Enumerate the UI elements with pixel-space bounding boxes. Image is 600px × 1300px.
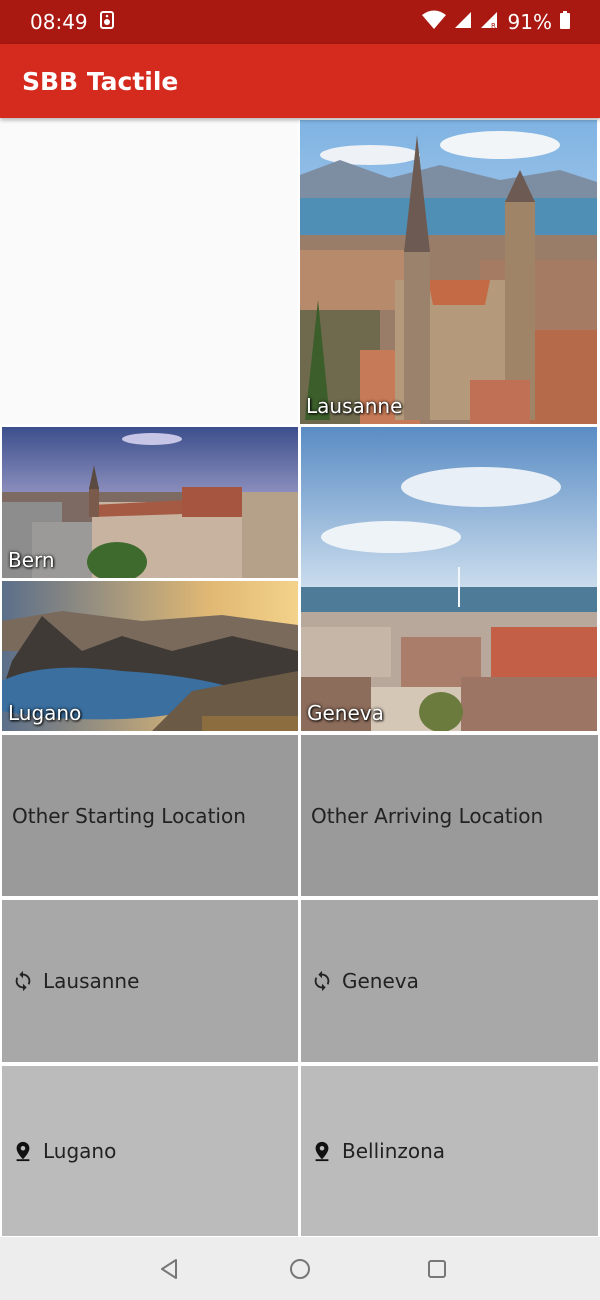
location-pin-icon [311,1140,333,1162]
lausanne-photo [300,120,597,424]
nearby-start-label: Lugano [43,1139,117,1163]
geneva-photo [301,427,597,731]
other-arriving-location-button[interactable]: Other Arriving Location [301,735,598,896]
home-icon[interactable] [288,1257,312,1281]
recent-start-lausanne-button[interactable]: Lausanne [2,900,298,1062]
signal-roaming-icon: R [480,10,500,34]
nearby-start-lugano-button[interactable]: Lugano [2,1066,298,1236]
destination-tile-bern[interactable]: Bern [2,427,298,578]
empty-tile [0,120,298,424]
tile-label-lausanne: Lausanne [306,394,403,418]
status-bar: 08:49 R 91% [0,0,600,44]
svg-text:R: R [491,22,496,29]
destination-tile-lausanne[interactable]: Lausanne [300,120,597,424]
other-starting-location-label: Other Starting Location [12,803,246,828]
sync-icon [12,970,34,992]
tile-label-geneva: Geneva [307,701,384,725]
app-bar: SBB Tactile [0,44,600,118]
tile-label-lugano: Lugano [8,701,82,725]
recent-arrive-label: Geneva [342,969,419,993]
signal-icon [454,10,472,34]
recent-arrive-geneva-button[interactable]: Geneva [301,900,598,1062]
destination-tile-geneva[interactable]: Geneva [301,427,597,731]
media-icon [99,10,114,34]
navigation-bar [0,1237,600,1300]
recent-start-label: Lausanne [43,969,140,993]
back-icon[interactable] [158,1257,182,1281]
battery-text: 91% [507,10,552,34]
battery-icon [560,10,570,34]
other-arriving-location-label: Other Arriving Location [311,803,544,828]
other-starting-location-button[interactable]: Other Starting Location [2,735,298,896]
status-time: 08:49 [30,10,88,34]
tile-label-bern: Bern [8,548,55,572]
destination-tile-lugano[interactable]: Lugano [2,581,298,731]
recents-icon[interactable] [425,1257,449,1281]
nearby-arrive-label: Bellinzona [342,1139,446,1163]
app-title: SBB Tactile [22,66,179,96]
wifi-icon [421,10,446,35]
sync-icon [311,970,333,992]
nearby-arrive-bellinzona-button[interactable]: Bellinzona [301,1066,598,1236]
location-pin-icon [12,1140,34,1162]
